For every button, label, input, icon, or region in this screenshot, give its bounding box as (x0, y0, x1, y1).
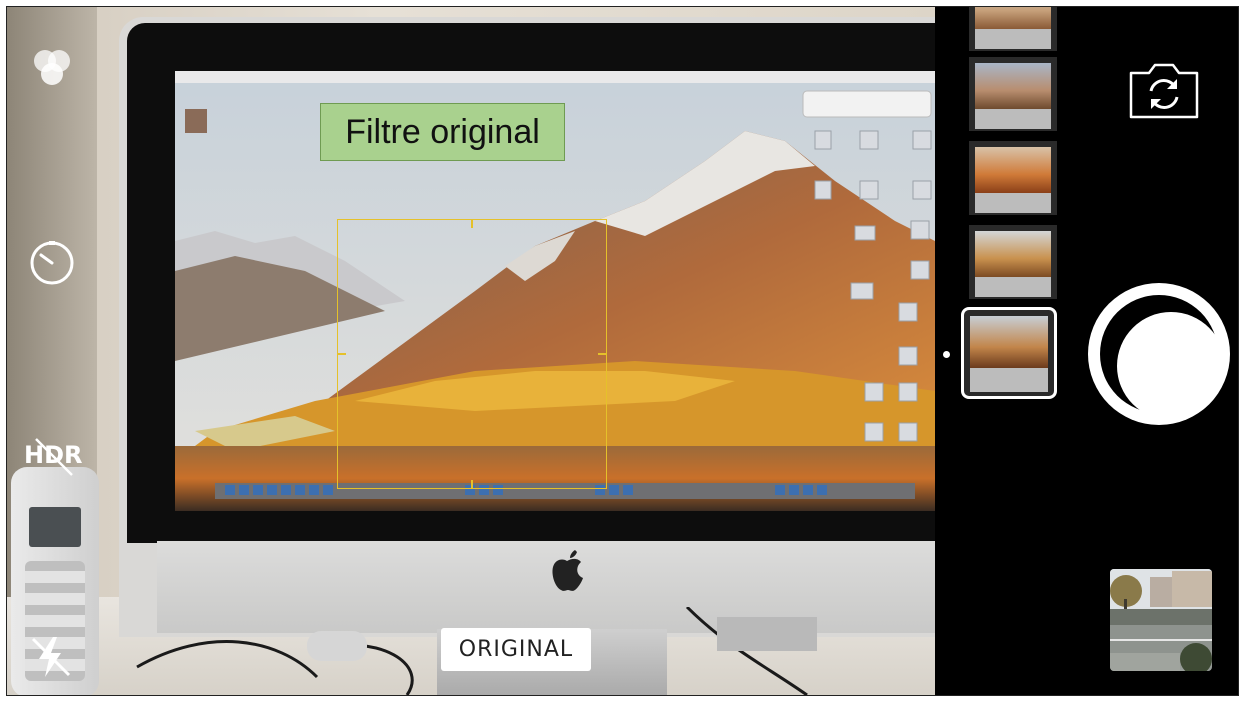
flash-off-icon[interactable] (29, 633, 73, 681)
hdr-off-slash-icon (35, 438, 73, 476)
viewfinder[interactable]: Filtre original ORIGINAL HDR (7, 7, 935, 695)
camera-controls-panel (935, 7, 1238, 695)
street-photo (1110, 569, 1212, 671)
filter-thumbnail[interactable] (969, 141, 1057, 215)
camera-screen: Filtre original ORIGINAL HDR (6, 6, 1239, 696)
filter-thumbnail-selected[interactable] (961, 307, 1057, 399)
last-photo-thumbnail[interactable] (1110, 569, 1212, 671)
filter-thumbnail[interactable] (969, 7, 1057, 51)
filters-icon[interactable] (27, 43, 79, 91)
selected-filter-dot (943, 351, 950, 358)
focus-square (337, 219, 607, 489)
phone-display (29, 507, 81, 547)
menu-bar (175, 71, 935, 83)
filter-name-pill: ORIGINAL (441, 628, 591, 671)
camera-switch-icon[interactable] (1125, 61, 1203, 121)
apple-logo (552, 550, 583, 591)
shutter-button[interactable] (1088, 283, 1230, 425)
filter-thumbnail[interactable] (969, 225, 1057, 299)
hdr-toggle[interactable]: HDR (24, 438, 84, 476)
timer-icon[interactable] (27, 237, 77, 287)
filter-caption: Filtre original (320, 103, 565, 161)
filter-thumbnail[interactable] (969, 57, 1057, 131)
